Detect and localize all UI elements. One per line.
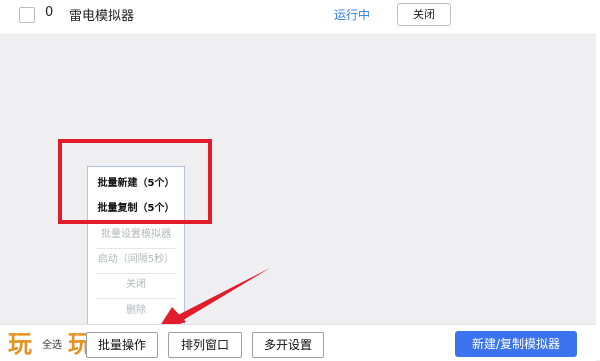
multi-open-settings-button[interactable]: 多开设置 [252, 332, 324, 358]
arrange-windows-button[interactable]: 排列窗口 [168, 332, 242, 358]
batch-operations-button[interactable]: 批量操作 [86, 332, 158, 358]
watermark-logo: 玩 [8, 324, 32, 359]
watermark-glyph: 玩 [8, 330, 32, 358]
red-arrow-annotation [156, 268, 270, 332]
new-copy-emulator-button[interactable]: 新建/复制模拟器 [455, 331, 577, 357]
select-all-label[interactable]: 全选 [42, 336, 62, 351]
